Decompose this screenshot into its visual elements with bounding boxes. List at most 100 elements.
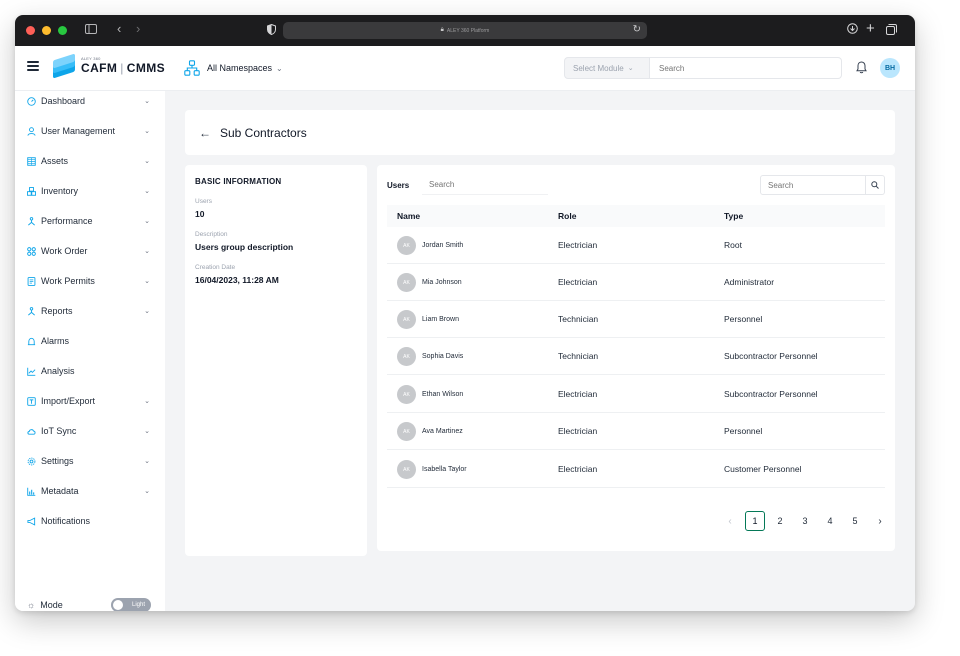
mode-toggle[interactable]: Light [111, 598, 151, 611]
sidebar-item-metadata[interactable]: Metadata ⌄ [15, 481, 165, 501]
back-nav-icon[interactable]: ‹ [117, 22, 121, 35]
user-role: Technician [558, 351, 599, 361]
user-name: Liam Brown [422, 316, 459, 323]
new-tab-icon[interactable]: + [866, 21, 875, 36]
sidebar-item-reports[interactable]: Reports ⌄ [15, 301, 165, 321]
users-search-input[interactable] [422, 175, 548, 195]
sidebar-item-iot-sync[interactable]: IoT Sync ⌄ [15, 421, 165, 441]
sidebar-item-label: Work Permits [41, 276, 95, 286]
sidebar-item-alarms[interactable]: Alarms [15, 331, 165, 351]
field-label: Creation Date [195, 264, 236, 271]
table-row[interactable]: AK Liam Brown Technician Personnel [387, 301, 885, 338]
address-text: ALEY 360 Platform [446, 27, 490, 34]
info-field-creation-date: Creation Date 16/04/2023, 11:28 AM [195, 264, 357, 285]
bell-icon[interactable] [856, 61, 867, 74]
user-role: Technician [558, 314, 599, 324]
global-search-input[interactable] [650, 57, 842, 79]
sidebar-item-analysis[interactable]: Analysis [15, 361, 165, 381]
previous-page-icon[interactable]: ‹ [720, 511, 740, 531]
close-window-button[interactable] [26, 26, 35, 35]
page-button-2[interactable]: 2 [770, 511, 790, 531]
namespace-selector[interactable]: All Namespaces ⌄ [184, 60, 283, 76]
user-type: Subcontractor Personnel [724, 389, 818, 399]
page-button-4[interactable]: 4 [820, 511, 840, 531]
sidebar-item-performance[interactable]: Performance ⌄ [15, 211, 165, 231]
table-row[interactable]: AK Ethan Wilson Electrician Subcontractor… [387, 376, 885, 413]
page-button-3[interactable]: 3 [795, 511, 815, 531]
tabs-overview-icon[interactable] [886, 24, 897, 37]
module-select-text: Select Module [573, 63, 624, 73]
column-header-name[interactable]: Name [397, 211, 420, 221]
chevron-down-icon: ⌄ [144, 98, 150, 105]
sidebar-item-work-permits[interactable]: Work Permits ⌄ [15, 271, 165, 291]
zoom-window-button[interactable] [58, 26, 67, 35]
sidebar-item-label: Analysis [41, 366, 75, 376]
chevron-down-icon: ⌄ [144, 248, 150, 255]
app-logo[interactable]: ALEY 360 CAFM | CMMS [53, 53, 165, 79]
boxes-icon [27, 186, 36, 196]
forward-nav-icon[interactable]: › [136, 22, 140, 35]
sidebar-item-assets[interactable]: Assets ⌄ [15, 151, 165, 171]
sidebar-item-work-order[interactable]: Work Order ⌄ [15, 241, 165, 261]
sidebar-item-label: Import/Export [41, 396, 96, 406]
avatar: AK [397, 422, 416, 441]
sidebar-item-notifications[interactable]: Notifications [15, 511, 165, 531]
browser-toolbar: ‹ › 🔒︎ ALEY 360 Platform ↻ + [15, 15, 915, 46]
chevron-down-icon: ⌄ [144, 458, 150, 465]
chevron-down-icon: ⌄ [144, 308, 150, 315]
avatar: AK [397, 460, 416, 479]
work-order-icon [27, 246, 36, 256]
table-row[interactable]: AK Jordan Smith Electrician Root [387, 227, 885, 264]
info-field-description: Description Users group description [195, 231, 357, 252]
sun-icon: ☼ [27, 600, 36, 610]
menu-icon[interactable] [27, 61, 39, 71]
sidebar-item-user-management[interactable]: User Management ⌄ [15, 121, 165, 141]
grid-icon [27, 156, 36, 166]
lock-icon: 🔒︎ [440, 27, 444, 33]
window-controls [26, 26, 67, 35]
back-arrow-icon[interactable]: ← [199, 126, 211, 140]
page-button-5[interactable]: 5 [845, 511, 865, 531]
page-button-1[interactable]: 1 [745, 511, 765, 531]
avatar: AK [397, 236, 416, 255]
column-header-type[interactable]: Type [724, 211, 743, 221]
user-name: Jordan Smith [422, 242, 464, 249]
avatar: AK [397, 310, 416, 329]
sidebar-item-dashboard[interactable]: Dashboard ⌄ [15, 91, 165, 111]
column-header-role[interactable]: Role [558, 211, 576, 221]
chevron-down-icon: ⌄ [144, 188, 150, 195]
download-icon[interactable] [847, 23, 858, 36]
sidebar-item-label: Reports [41, 306, 73, 316]
user-type: Administrator [724, 277, 775, 287]
avatar: AK [397, 273, 416, 292]
sidebar-item-import-export[interactable]: Import/Export ⌄ [15, 391, 165, 411]
hierarchy-icon [184, 60, 200, 76]
next-page-icon[interactable]: › [870, 511, 890, 531]
module-select[interactable]: Select Module ⌄ [564, 57, 650, 79]
table-row[interactable]: AK Ava Martinez Electrician Personnel [387, 413, 885, 450]
minimize-window-button[interactable] [42, 26, 51, 35]
shield-icon[interactable] [267, 23, 276, 37]
sidebar-item-label: Alarms [41, 336, 70, 346]
user-name: Sophia Davis [422, 353, 464, 360]
user-role: Electrician [558, 389, 598, 399]
reload-icon[interactable]: ↻ [633, 24, 641, 35]
search-button[interactable] [866, 175, 885, 195]
table-row[interactable]: AK Mia Johnson Electrician Administrator [387, 264, 885, 301]
user-type: Subcontractor Personnel [724, 351, 818, 361]
sidebar-item-inventory[interactable]: Inventory ⌄ [15, 181, 165, 201]
user-type: Root [724, 240, 742, 250]
table-row[interactable]: AK Isabella Taylor Electrician Customer P… [387, 451, 885, 488]
chevron-down-icon: ⌄ [144, 158, 150, 165]
users-panel: Users Name Role Type AK Jordan Smith Elec… [377, 165, 895, 551]
sidebar-item-label: Inventory [41, 186, 79, 196]
sidebar-item-label: IoT Sync [41, 426, 77, 436]
sidebar-toggle-icon[interactable] [85, 24, 97, 36]
user-type: Personnel [724, 426, 763, 436]
table-search-input[interactable] [760, 175, 866, 195]
address-bar[interactable]: 🔒︎ ALEY 360 Platform ↻ [283, 22, 647, 39]
sidebar-item-settings[interactable]: Settings ⌄ [15, 451, 165, 471]
user-name: Isabella Taylor [422, 466, 467, 473]
table-row[interactable]: AK Sophia Davis Technician Subcontractor … [387, 338, 885, 375]
user-avatar[interactable]: BH [880, 58, 900, 78]
